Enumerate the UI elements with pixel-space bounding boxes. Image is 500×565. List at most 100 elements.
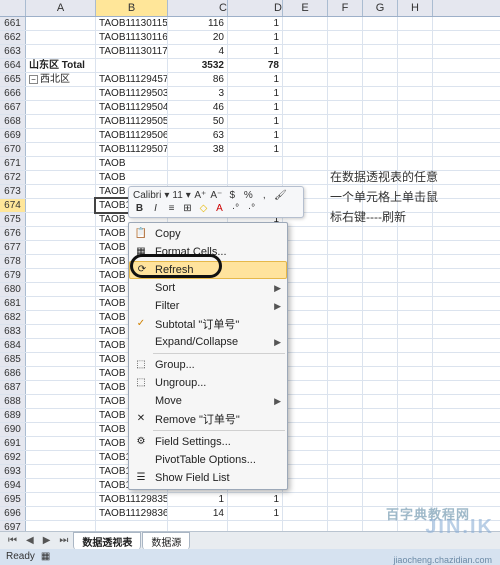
- cell[interactable]: [26, 465, 96, 478]
- cell[interactable]: [363, 381, 398, 394]
- cell[interactable]: [398, 241, 433, 254]
- row-number[interactable]: 692: [0, 451, 26, 464]
- cell[interactable]: [398, 143, 433, 156]
- font-name[interactable]: Calibri: [133, 190, 161, 201]
- bold-icon[interactable]: B: [133, 202, 146, 215]
- cell[interactable]: [398, 269, 433, 282]
- cell[interactable]: [328, 129, 363, 142]
- percent-icon[interactable]: %: [242, 189, 255, 202]
- row-number[interactable]: 664: [0, 59, 26, 72]
- row-number[interactable]: 669: [0, 129, 26, 142]
- cell[interactable]: [363, 465, 398, 478]
- cell[interactable]: [283, 129, 328, 142]
- cell[interactable]: [283, 171, 328, 184]
- cell[interactable]: [398, 31, 433, 44]
- menu-item[interactable]: ⟳Refresh: [129, 261, 287, 279]
- cell[interactable]: [283, 339, 328, 352]
- row-number[interactable]: 681: [0, 297, 26, 310]
- cell[interactable]: [328, 269, 363, 282]
- cell[interactable]: 1: [228, 115, 283, 128]
- cell[interactable]: [26, 45, 96, 58]
- cell[interactable]: [283, 227, 328, 240]
- cell[interactable]: TAOB11129836: [96, 507, 168, 520]
- cell[interactable]: [398, 325, 433, 338]
- cell[interactable]: [96, 59, 168, 72]
- cell[interactable]: [398, 17, 433, 30]
- cell[interactable]: [363, 227, 398, 240]
- cell[interactable]: [283, 493, 328, 506]
- row-number[interactable]: 662: [0, 31, 26, 44]
- cell[interactable]: [328, 493, 363, 506]
- cell[interactable]: [328, 115, 363, 128]
- cell[interactable]: 1: [228, 87, 283, 100]
- cell[interactable]: [363, 269, 398, 282]
- cell[interactable]: [283, 325, 328, 338]
- cell[interactable]: [228, 171, 283, 184]
- cell[interactable]: [328, 59, 363, 72]
- cell[interactable]: [328, 311, 363, 324]
- row-number[interactable]: 672: [0, 171, 26, 184]
- cell[interactable]: 山东区 Total: [26, 59, 96, 72]
- menu-item[interactable]: Filter▶: [129, 297, 287, 315]
- row-number[interactable]: 671: [0, 157, 26, 170]
- cell[interactable]: [26, 437, 96, 450]
- cell[interactable]: [283, 423, 328, 436]
- cell[interactable]: [398, 423, 433, 436]
- cell[interactable]: [26, 101, 96, 114]
- cell[interactable]: [363, 115, 398, 128]
- col-header-E[interactable]: E: [283, 0, 328, 16]
- cell[interactable]: [363, 339, 398, 352]
- cell[interactable]: [363, 241, 398, 254]
- cell[interactable]: [328, 325, 363, 338]
- menu-item[interactable]: ⚙Field Settings...: [129, 433, 287, 451]
- cell[interactable]: [328, 353, 363, 366]
- col-header-G[interactable]: G: [363, 0, 398, 16]
- row-number[interactable]: 676: [0, 227, 26, 240]
- cell[interactable]: [26, 451, 96, 464]
- cell[interactable]: [398, 381, 433, 394]
- cell[interactable]: 46: [168, 101, 228, 114]
- cell[interactable]: [283, 507, 328, 520]
- cell[interactable]: 1: [228, 143, 283, 156]
- cell[interactable]: [363, 17, 398, 30]
- menu-item[interactable]: PivotTable Options...: [129, 451, 287, 469]
- row-number[interactable]: 673: [0, 185, 26, 198]
- cell[interactable]: [26, 311, 96, 324]
- cell[interactable]: [363, 73, 398, 86]
- row-number[interactable]: 695: [0, 493, 26, 506]
- col-header-F[interactable]: F: [328, 0, 363, 16]
- cell[interactable]: [283, 115, 328, 128]
- cell[interactable]: [283, 157, 328, 170]
- cell[interactable]: [283, 395, 328, 408]
- cell[interactable]: [363, 437, 398, 450]
- row-number[interactable]: 682: [0, 311, 26, 324]
- cell[interactable]: 38: [168, 143, 228, 156]
- menu-item[interactable]: ☰Show Field List: [129, 469, 287, 487]
- cell[interactable]: TAOB: [96, 157, 168, 170]
- row-number[interactable]: 663: [0, 45, 26, 58]
- menu-item[interactable]: ▦Format Cells...: [129, 243, 287, 261]
- menu-item[interactable]: Sort▶: [129, 279, 287, 297]
- cell[interactable]: [228, 157, 283, 170]
- cell[interactable]: [283, 381, 328, 394]
- cell[interactable]: 1: [228, 507, 283, 520]
- border-icon[interactable]: ⊞: [181, 202, 194, 215]
- cell[interactable]: [398, 73, 433, 86]
- cell[interactable]: TAOB11129457: [96, 73, 168, 86]
- cell[interactable]: [328, 409, 363, 422]
- row-number[interactable]: 683: [0, 325, 26, 338]
- sheet-tab-pivot[interactable]: 数据透视表: [73, 532, 141, 550]
- cell[interactable]: [328, 255, 363, 268]
- cell[interactable]: [398, 311, 433, 324]
- cell[interactable]: 116: [168, 17, 228, 30]
- cell[interactable]: [363, 31, 398, 44]
- cell[interactable]: [328, 479, 363, 492]
- cell[interactable]: 1: [228, 129, 283, 142]
- cell[interactable]: [398, 87, 433, 100]
- cell[interactable]: [26, 185, 96, 198]
- dec-decimal-icon[interactable]: ·°: [245, 202, 258, 215]
- cell[interactable]: [363, 451, 398, 464]
- tab-nav-first[interactable]: ⏮: [4, 535, 21, 546]
- inc-decimal-icon[interactable]: ·°: [229, 202, 242, 215]
- cell[interactable]: [328, 227, 363, 240]
